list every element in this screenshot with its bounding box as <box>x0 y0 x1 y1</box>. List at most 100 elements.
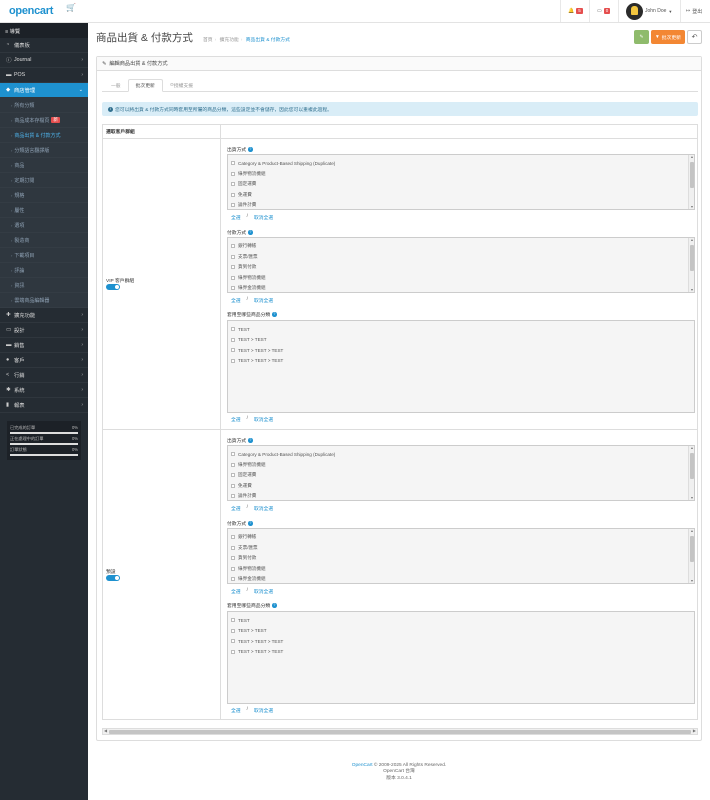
question-icon[interactable]: ? <box>272 312 277 317</box>
checkbox[interactable] <box>231 327 235 332</box>
save-button[interactable]: ✎ <box>634 30 649 44</box>
list-item[interactable]: TEST > TEST > TEST <box>228 345 694 356</box>
list-item[interactable]: TEST > TEST > TEST <box>228 636 694 647</box>
checkbox-list[interactable]: Category & Product-Based Shipping (Dupli… <box>227 154 695 210</box>
unselect-all-link[interactable]: 取消全選 <box>254 297 273 304</box>
breadcrumb-current[interactable]: 商品出貨 & 付款方式 <box>246 38 290 43</box>
batch-update-button[interactable]: ▼ 批次更新 <box>651 30 685 44</box>
sidebar-item[interactable]: ▮ 報表 › <box>0 398 88 413</box>
checkbox[interactable] <box>231 452 235 457</box>
list-item[interactable]: Category & Product-Based Shipping (Dupli… <box>228 158 694 169</box>
checkbox[interactable] <box>231 203 235 208</box>
list-item[interactable]: 免運費 <box>228 190 694 201</box>
unselect-all-link[interactable]: 取消全選 <box>254 416 273 423</box>
list-item[interactable]: TEST > TEST <box>228 335 694 346</box>
select-all-link[interactable]: 全選 <box>231 297 241 304</box>
sidebar-item[interactable]: ✱ 系統 › <box>0 383 88 398</box>
checkbox[interactable] <box>231 337 235 342</box>
sidebar-item-catalog[interactable]: ◆ 商店管理 ⌄ <box>0 83 88 98</box>
breadcrumb-extensions[interactable]: 擴充功能 <box>220 38 239 43</box>
user-menu[interactable]: John Doe ▼ <box>618 0 679 22</box>
sidebar-item-journal[interactable]: ⓘ Journal › <box>0 53 88 68</box>
checkbox[interactable] <box>231 618 235 623</box>
sidebar-item[interactable]: ▭ 設計 › <box>0 323 88 338</box>
checkbox[interactable] <box>231 566 235 571</box>
sidebar-subitem[interactable]: › 下載項目 <box>0 248 88 263</box>
list-item[interactable]: 貨到付款 <box>228 262 694 273</box>
sidebar-subitem[interactable]: › 商品成本存檔頁新 <box>0 113 88 128</box>
tab-batch-update[interactable]: 批次更新 <box>127 79 163 92</box>
notifications-button[interactable]: 🔔 5 <box>560 0 590 22</box>
question-icon[interactable]: ? <box>248 438 253 443</box>
group-toggle[interactable] <box>106 283 120 290</box>
select-all-link[interactable]: 全選 <box>231 707 241 714</box>
vertical-scrollbar[interactable]: ▲ ▼ <box>688 529 694 583</box>
checkbox[interactable] <box>231 639 235 644</box>
select-all-link[interactable]: 全選 <box>231 588 241 595</box>
list-item[interactable]: 免運費 <box>228 481 694 492</box>
sidebar-subitem[interactable]: › 製造商 <box>0 233 88 248</box>
sidebar-subitem[interactable]: › 屬性 <box>0 203 88 218</box>
sidebar-subitem[interactable]: › 商品出貨 & 付款方式 <box>0 128 88 143</box>
question-icon[interactable]: ? <box>248 230 253 235</box>
checkbox[interactable] <box>231 649 235 654</box>
sidebar-subitem[interactable]: › 所有分類 <box>0 98 88 113</box>
vertical-scrollbar[interactable]: ▲ ▼ <box>688 238 694 292</box>
checkbox[interactable] <box>231 348 235 353</box>
list-item[interactable]: 綠界物流機組 <box>228 273 694 284</box>
sidebar-subitem[interactable]: › 資訊 <box>0 278 88 293</box>
sidebar-subitem[interactable]: › 商品 <box>0 158 88 173</box>
checkbox[interactable] <box>231 483 235 488</box>
tab-general[interactable]: 一般 <box>104 79 128 92</box>
list-item[interactable]: 固定運費 <box>228 470 694 481</box>
checkbox[interactable] <box>231 494 235 499</box>
tab-license[interactable]: ⊙ 授權支援 <box>163 79 200 92</box>
list-item[interactable]: 支票/匯票 <box>228 543 694 554</box>
vertical-scrollbar[interactable]: ▲ ▼ <box>688 155 694 209</box>
opencart-logo[interactable]: opencart 🛒 <box>9 3 76 17</box>
checkbox[interactable] <box>231 254 235 259</box>
checkbox-list[interactable]: TEST TEST > TEST TEST > TEST > TEST TEST > … <box>227 611 695 704</box>
list-item[interactable]: Category & Product-Based Shipping (Dupli… <box>228 449 694 460</box>
checkbox[interactable] <box>231 556 235 561</box>
unselect-all-link[interactable]: 取消全選 <box>254 588 273 595</box>
vertical-scrollbar[interactable]: ▲ ▼ <box>688 446 694 500</box>
list-item[interactable]: 綠界金流機組 <box>228 283 694 292</box>
list-item[interactable]: 綠界物流機組 <box>228 460 694 471</box>
checkbox-list[interactable]: TEST TEST > TEST TEST > TEST > TEST TEST > … <box>227 320 695 413</box>
checkbox[interactable] <box>231 473 235 478</box>
sidebar-item[interactable]: ● 客戶 › <box>0 353 88 368</box>
list-item[interactable]: 貨到付款 <box>228 553 694 564</box>
checkbox[interactable] <box>231 192 235 197</box>
checkbox[interactable] <box>231 265 235 270</box>
list-item[interactable]: 銀行轉帳 <box>228 532 694 543</box>
sidebar-item[interactable]: ▬ 銷售 › <box>0 338 88 353</box>
horizontal-scrollbar[interactable]: ◀ ▶ <box>102 728 698 735</box>
checkbox[interactable] <box>231 244 235 249</box>
footer-brand-link[interactable]: OpenCart <box>352 763 373 768</box>
list-item[interactable]: 綠界物流機組 <box>228 169 694 180</box>
list-item[interactable]: 論件計費 <box>228 200 694 209</box>
checkbox-list[interactable]: 銀行轉帳 支票/匯票 貨到付款 綠界物流機組 綠界金流機組 ▲ ▼ <box>227 528 695 584</box>
checkbox[interactable] <box>231 577 235 582</box>
checkbox-list[interactable]: Category & Product-Based Shipping (Dupli… <box>227 445 695 501</box>
select-all-link[interactable]: 全選 <box>231 505 241 512</box>
checkbox[interactable] <box>231 161 235 166</box>
list-item[interactable]: TEST <box>228 324 694 335</box>
checkbox[interactable] <box>231 535 235 540</box>
checkbox[interactable] <box>231 358 235 363</box>
checkbox-list[interactable]: 銀行轉帳 支票/匯票 貨到付款 綠界物流機組 綠界金流機組 ▲ ▼ <box>227 237 695 293</box>
sidebar-subitem[interactable]: › 分類語言翻譯版 <box>0 143 88 158</box>
list-item[interactable]: 綠界金流機組 <box>228 574 694 583</box>
question-icon[interactable]: ? <box>272 603 277 608</box>
back-button[interactable]: ↶ <box>687 30 702 44</box>
checkbox[interactable] <box>231 286 235 291</box>
list-item[interactable]: TEST <box>228 615 694 626</box>
list-item[interactable]: 銀行轉帳 <box>228 241 694 252</box>
checkbox[interactable] <box>231 171 235 176</box>
sidebar-subitem[interactable]: › 定期訂閱 <box>0 173 88 188</box>
list-item[interactable]: 固定運費 <box>228 179 694 190</box>
checkbox[interactable] <box>231 545 235 550</box>
sidebar-subitem[interactable]: › 選項 <box>0 218 88 233</box>
sidebar-subitem[interactable]: › 評論 <box>0 263 88 278</box>
